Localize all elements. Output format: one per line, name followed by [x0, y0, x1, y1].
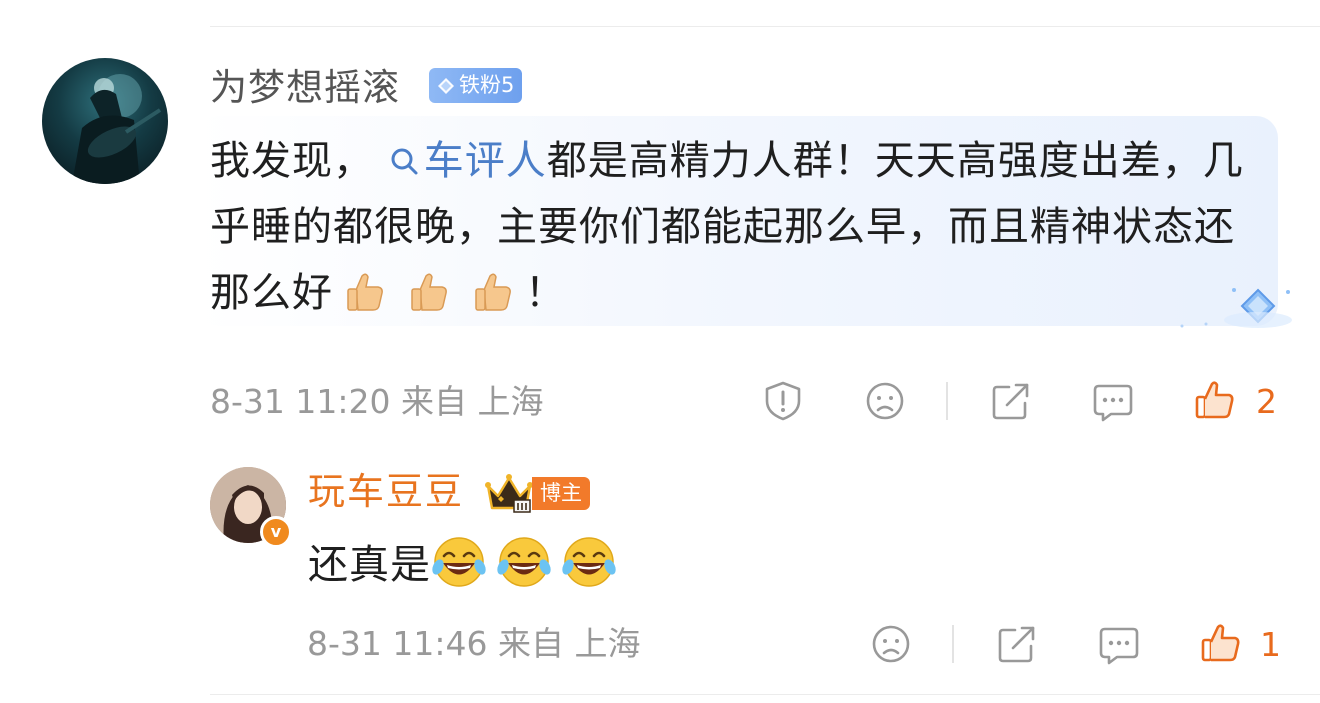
thumbs-up-emoji-icon: [347, 273, 383, 311]
laughing-tears-emoji-icon: [497, 537, 551, 587]
diamond-icon: [438, 77, 454, 94]
thumbs-up-emoji-icon: [475, 273, 511, 311]
dislike-face-icon[interactable]: [863, 379, 907, 423]
top-divider: [210, 26, 1320, 27]
action-divider: [952, 625, 954, 663]
like-icon[interactable]: [1199, 621, 1243, 665]
verified-badge-icon: v: [260, 516, 292, 548]
comment-username[interactable]: 为梦想摇滚: [210, 64, 400, 112]
search-icon: [391, 148, 418, 175]
bottom-divider: [210, 694, 1320, 695]
comment-meta: 8-31 11:20 来自 上海: [210, 382, 544, 421]
like-count: 2: [1256, 382, 1277, 421]
dislike-face-icon[interactable]: [869, 622, 913, 666]
crown-icon: [485, 474, 533, 513]
laughing-tears-emoji-icon: [432, 537, 486, 587]
topic-label: 车评人: [423, 138, 547, 184]
thumbs-up-emoji-icon: [411, 273, 447, 311]
fan-badge-label: 铁粉5: [459, 73, 515, 97]
comment-text-part: 我发现，: [210, 138, 374, 184]
fan-level-badge: 铁粉5: [429, 68, 523, 103]
report-icon[interactable]: [761, 379, 805, 423]
comment-icon[interactable]: [1097, 623, 1141, 667]
reply-text-body: 还真是: [308, 542, 431, 588]
topic-link[interactable]: 车评人: [388, 138, 547, 184]
comment-icon[interactable]: [1091, 380, 1135, 424]
share-icon[interactable]: [995, 622, 1039, 666]
reply-meta: 8-31 11:46 来自 上海: [307, 624, 641, 663]
blogger-badge: 博主: [532, 477, 590, 510]
diamond-decoration-icon: [1180, 288, 1292, 328]
action-divider: [946, 382, 948, 420]
laughing-tears-emoji-icon: [562, 537, 616, 587]
share-icon[interactable]: [989, 379, 1033, 423]
avatar[interactable]: [42, 58, 168, 184]
comment-text-end: ！: [525, 270, 566, 316]
reply-text: 还真是: [308, 534, 626, 595]
like-icon[interactable]: [1193, 378, 1237, 422]
reply-username[interactable]: 玩车豆豆: [308, 468, 464, 516]
like-count: 1: [1260, 625, 1281, 664]
comment-text: 我发现， 车评人都是高精力人群！天天高强度出差，几乎睡的都很晚，主要你们都能起那…: [210, 128, 1250, 326]
